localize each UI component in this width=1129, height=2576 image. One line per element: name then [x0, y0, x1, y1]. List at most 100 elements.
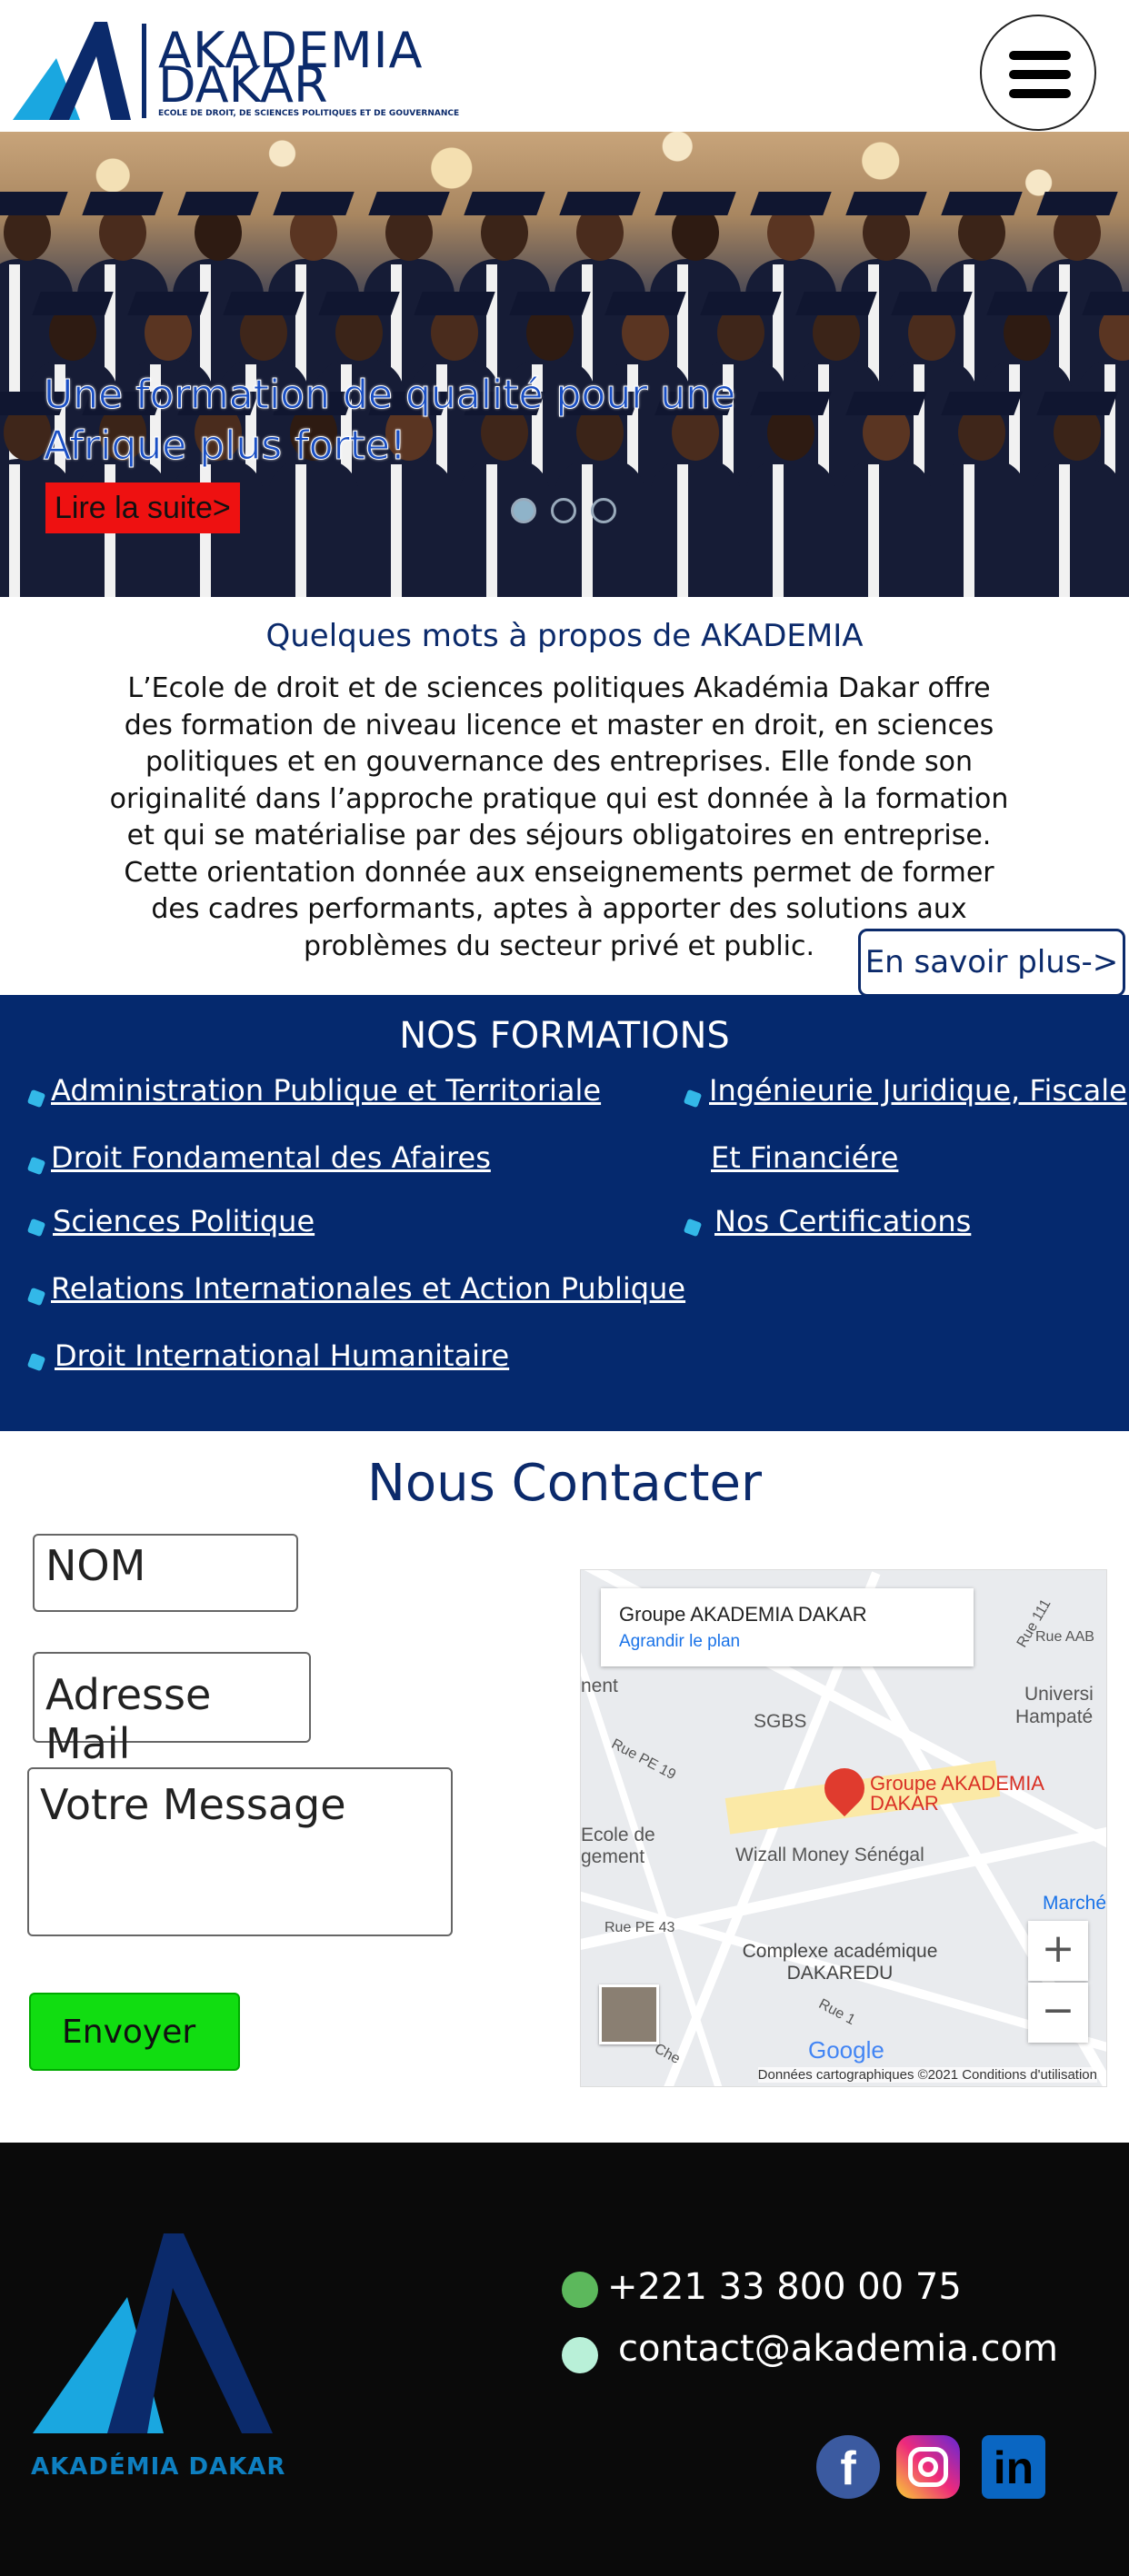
graduate-gown [841, 459, 932, 597]
graduate-cap [845, 192, 927, 215]
graduate-cap [1036, 192, 1118, 215]
akademia-logo[interactable]: AKADEMIA DAKAR ECOLE DE DROIT, DE SCIENC… [13, 22, 459, 122]
about-title: Quelques mots à propos de AKADEMIA [265, 618, 864, 654]
graduate-gown [268, 459, 359, 597]
instagram-icon[interactable] [896, 2435, 960, 2499]
formation-link-ingenieurie-juridique[interactable]: Ingénieurie Juridique, Fiscale [709, 1073, 1127, 1108]
footer-email[interactable]: contact@akademia.com [618, 2328, 1058, 2370]
graduate-cap [700, 292, 782, 315]
map-info-card: Groupe AKADEMIA DAKAR Agrandir le plan [601, 1588, 974, 1666]
google-logo: Google [808, 2036, 884, 2064]
graduate-cap [273, 192, 355, 215]
hamburger-menu-icon [1009, 51, 1071, 60]
formations-section: NOS FORMATIONS Administration Publique e… [0, 995, 1129, 1431]
bullet-icon [683, 1089, 703, 1109]
graduate-gown [555, 459, 645, 597]
graduate-cap [509, 292, 591, 315]
graduate-cap [986, 292, 1068, 315]
graduate-cap [127, 292, 209, 315]
graduate-gown [459, 459, 550, 597]
map-pin-label: Groupe AKADEMIA DAKAR [870, 1772, 1044, 1815]
learn-more-button[interactable]: En savoir plus-> [858, 929, 1125, 997]
graduate-gown [1032, 459, 1123, 597]
map-label-marche: Marché [1043, 1893, 1107, 1914]
footer-logo-text: AKADÉMIA DAKAR [31, 2453, 286, 2481]
site-header: AKADEMIA DAKAR ECOLE DE DROIT, DE SCIENC… [0, 0, 1129, 132]
footer-phone[interactable]: +221 33 800 00 75 [607, 2266, 962, 2308]
formation-link-administration[interactable]: Administration Publique et Territoriale [51, 1073, 601, 1108]
map-label-ecole: Ecole de [581, 1825, 655, 1845]
graduate-cap [368, 192, 450, 215]
map-label-rue-aab: Rue AAB [1035, 1629, 1094, 1645]
message-field[interactable]: Votre Message [27, 1767, 453, 1936]
carousel-dot-1[interactable] [511, 498, 536, 523]
map-label-wizall: Wizall Money Sénégal [735, 1845, 924, 1865]
hamburger-bar [1009, 89, 1071, 98]
formation-link-relations-internationales[interactable]: Relations Internationales et Action Publ… [51, 1271, 685, 1306]
graduate-cap [891, 292, 973, 315]
send-button[interactable]: Envoyer [29, 1993, 240, 2071]
email-field[interactable]: Adresse Mail [33, 1652, 311, 1768]
graduate-cap [1082, 292, 1129, 315]
hero-carousel[interactable]: Une formation de qualité pour une Afriqu… [0, 132, 1129, 597]
graduate-stole [486, 464, 497, 597]
graduate-cap [318, 292, 400, 315]
graduate-cap [795, 292, 877, 315]
graduate-gown [936, 459, 1027, 597]
graduate-stole [1059, 464, 1070, 597]
carousel-dot-2[interactable] [551, 498, 576, 523]
graduate-cap [941, 192, 1023, 215]
graduate-cap [82, 192, 164, 215]
zoom-in-button[interactable]: + [1028, 1921, 1088, 1981]
graduate-gown [745, 459, 836, 597]
about-text: L’Ecole de droit et de sciences politiqu… [109, 672, 1009, 962]
name-field[interactable]: NOM [33, 1534, 298, 1612]
graduate-cap [464, 192, 545, 215]
hamburger-bar [1009, 70, 1071, 79]
bullet-icon [26, 1218, 46, 1238]
formation-link-droit-affaires[interactable]: Droit Fondamental des Afaires [51, 1140, 491, 1175]
graduate-stole [964, 464, 974, 597]
linkedin-icon[interactable]: in [982, 2435, 1045, 2499]
map-label-hampate: Hampaté [1015, 1706, 1094, 1727]
satellite-view-thumbnail[interactable] [599, 1984, 659, 2044]
zoom-out-button[interactable]: − [1028, 1983, 1088, 2043]
graduate-cap [223, 292, 305, 315]
read-more-button[interactable]: Lire la suite> [45, 482, 240, 533]
bullet-icon [26, 1287, 46, 1307]
enlarge-map-link[interactable]: Agrandir le plan [619, 1632, 740, 1652]
map-attribution: Données cartographiques ©2021 Conditions… [757, 2067, 1097, 2083]
site-footer: AKADÉMIA DAKAR +221 33 800 00 75 contact… [0, 2143, 1129, 2576]
carousel-dot-3[interactable] [591, 498, 616, 523]
map-label-gement: gement [581, 1846, 645, 1867]
logo-mark-icon [13, 22, 146, 120]
graduate-stole [582, 464, 593, 597]
footer-logo-icon[interactable] [27, 2233, 282, 2461]
hamburger-menu-button[interactable] [980, 15, 1096, 131]
map-label-rue1: Rue 1 [815, 1996, 858, 2029]
logo-word-dakar: DAKAR [158, 56, 328, 114]
formation-link-ingenieurie-juridique-line2[interactable]: Et Financiére [711, 1140, 898, 1175]
graduate-cap [1036, 392, 1118, 415]
bullet-icon [26, 1352, 46, 1372]
graduate-stole [391, 464, 402, 597]
email-icon [562, 2337, 598, 2373]
graduate-stole [773, 464, 784, 597]
facebook-icon[interactable]: f [816, 2435, 880, 2499]
formation-link-certifications[interactable]: Nos Certifications [714, 1204, 971, 1238]
instagram-lens-circle [918, 2457, 938, 2477]
graduate-stole [868, 464, 879, 597]
contact-title: Nous Contacter [367, 1454, 762, 1513]
map-label-rue-pe43: Rue PE 43 [604, 1920, 675, 1935]
graduate-cap [750, 192, 832, 215]
graduate-gown [364, 459, 455, 597]
bullet-icon [26, 1156, 46, 1176]
formation-link-droit-humanitaire[interactable]: Droit International Humanitaire [55, 1338, 509, 1373]
graduate-cap [941, 392, 1023, 415]
phone-icon [562, 2272, 598, 2308]
formation-link-sciences-politique[interactable]: Sciences Politique [53, 1204, 315, 1238]
graduate-cap [654, 192, 736, 215]
google-map[interactable]: Groupe AKADEMIA DAKAR Agrandir le plan S… [580, 1569, 1107, 2087]
graduate-cap [604, 292, 686, 315]
graduate-gown [650, 459, 741, 597]
